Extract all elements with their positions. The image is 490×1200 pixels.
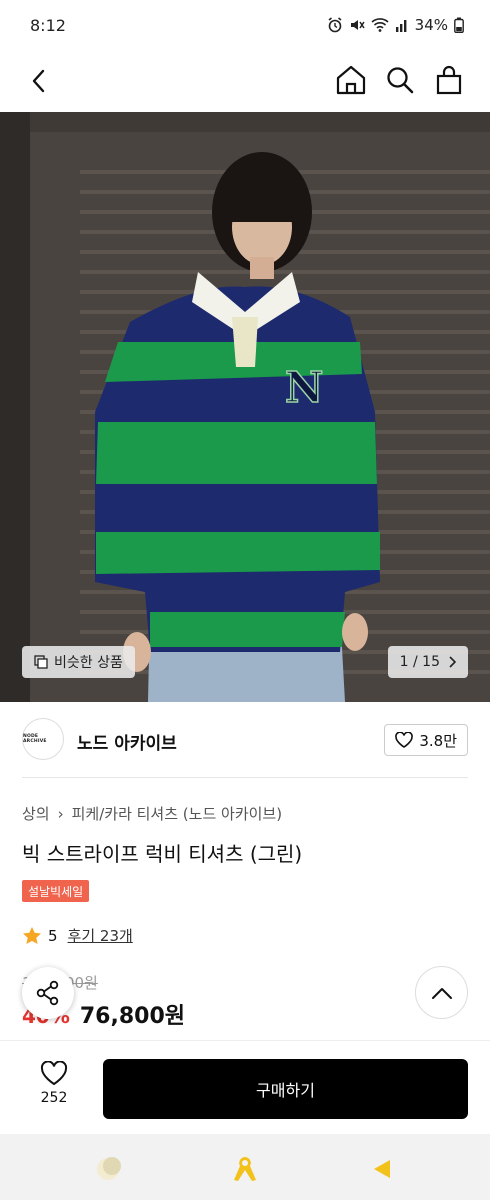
status-bar: 8:12 34% [0, 0, 490, 52]
brand-like-button[interactable]: 3.8만 [384, 724, 468, 756]
similar-products-label: 비슷한 상품 [54, 655, 123, 671]
brand-like-count: 3.8만 [419, 731, 457, 750]
review-link[interactable]: 후기 23개 [68, 925, 133, 946]
sale-badge: 설날빅세일 [22, 880, 90, 902]
heart-icon [40, 1061, 68, 1086]
search-button[interactable] [382, 62, 418, 98]
breadcrumb-subcategory[interactable]: 피케/카라 티셔츠 (노드 아카이브) [72, 803, 282, 824]
chevron-right-icon [449, 656, 456, 668]
nav-home-button[interactable] [230, 1154, 260, 1184]
divider [22, 777, 468, 778]
brand-logo[interactable]: NODE ARCHIVE [22, 718, 64, 760]
copy-icon [34, 655, 48, 669]
breadcrumb: 상의 › 피케/카라 티셔츠 (노드 아카이브) [22, 803, 282, 824]
wishlist-button[interactable]: 252 [26, 1061, 82, 1117]
battery-text: 34% [414, 16, 448, 34]
product-photo: N [0, 112, 490, 702]
signal-icon [395, 20, 407, 32]
buy-button[interactable]: 구매하기 [103, 1059, 468, 1119]
image-pager[interactable]: 1 / 15 [387, 646, 468, 678]
app-header [0, 52, 490, 112]
status-time: 8:12 [30, 16, 66, 35]
ribbon-icon [234, 1157, 256, 1181]
share-button[interactable] [22, 967, 74, 1019]
svg-text:N: N [285, 363, 323, 412]
system-nav-bar [0, 1134, 490, 1200]
chevron-left-icon [32, 69, 45, 93]
rating-row: 5 후기 23개 [22, 925, 133, 946]
moon-icon [97, 1157, 121, 1180]
breadcrumb-separator-icon: › [57, 804, 64, 823]
status-icons: 34% [327, 16, 464, 34]
brand-logo-text: NODE ARCHIVE [23, 734, 47, 744]
star-icon [23, 926, 41, 944]
battery-icon [454, 17, 464, 33]
breadcrumb-category[interactable]: 상의 [22, 803, 50, 824]
heart-outline-icon [395, 732, 414, 748]
shopping-bag-button[interactable] [431, 62, 467, 98]
mute-icon [350, 20, 365, 30]
triangle-back-icon [374, 1160, 390, 1178]
back-button[interactable] [22, 64, 56, 98]
home-button[interactable] [333, 62, 369, 98]
shopping-bag-icon [436, 65, 462, 95]
product-image[interactable]: N 비슷한 상품 1 / 15 [0, 112, 490, 702]
alarm-icon [328, 17, 342, 33]
home-icon [336, 65, 366, 95]
brand-name[interactable]: 노드 아카이브 [77, 729, 177, 754]
scroll-top-button[interactable] [415, 966, 468, 1019]
share-icon [36, 980, 59, 1006]
nav-back-button[interactable] [367, 1154, 397, 1184]
rating-value: 5 [48, 926, 58, 945]
product-title: 빅 스트라이프 럭비 티셔츠 (그린) [22, 842, 303, 866]
similar-products-button[interactable]: 비슷한 상품 [22, 646, 135, 678]
brand-row: NODE ARCHIVE 노드 아카이브 3.8만 [0, 702, 490, 780]
purchase-bar: 252 구매하기 [0, 1040, 490, 1134]
sale-price: 76,800원 [79, 1004, 186, 1029]
chevron-up-icon [431, 987, 452, 999]
search-icon [387, 67, 414, 94]
nav-recent-button[interactable] [93, 1154, 123, 1184]
wishlist-count: 252 [40, 1090, 68, 1106]
wifi-icon [371, 18, 389, 32]
pager-text: 1 / 15 [399, 654, 440, 670]
